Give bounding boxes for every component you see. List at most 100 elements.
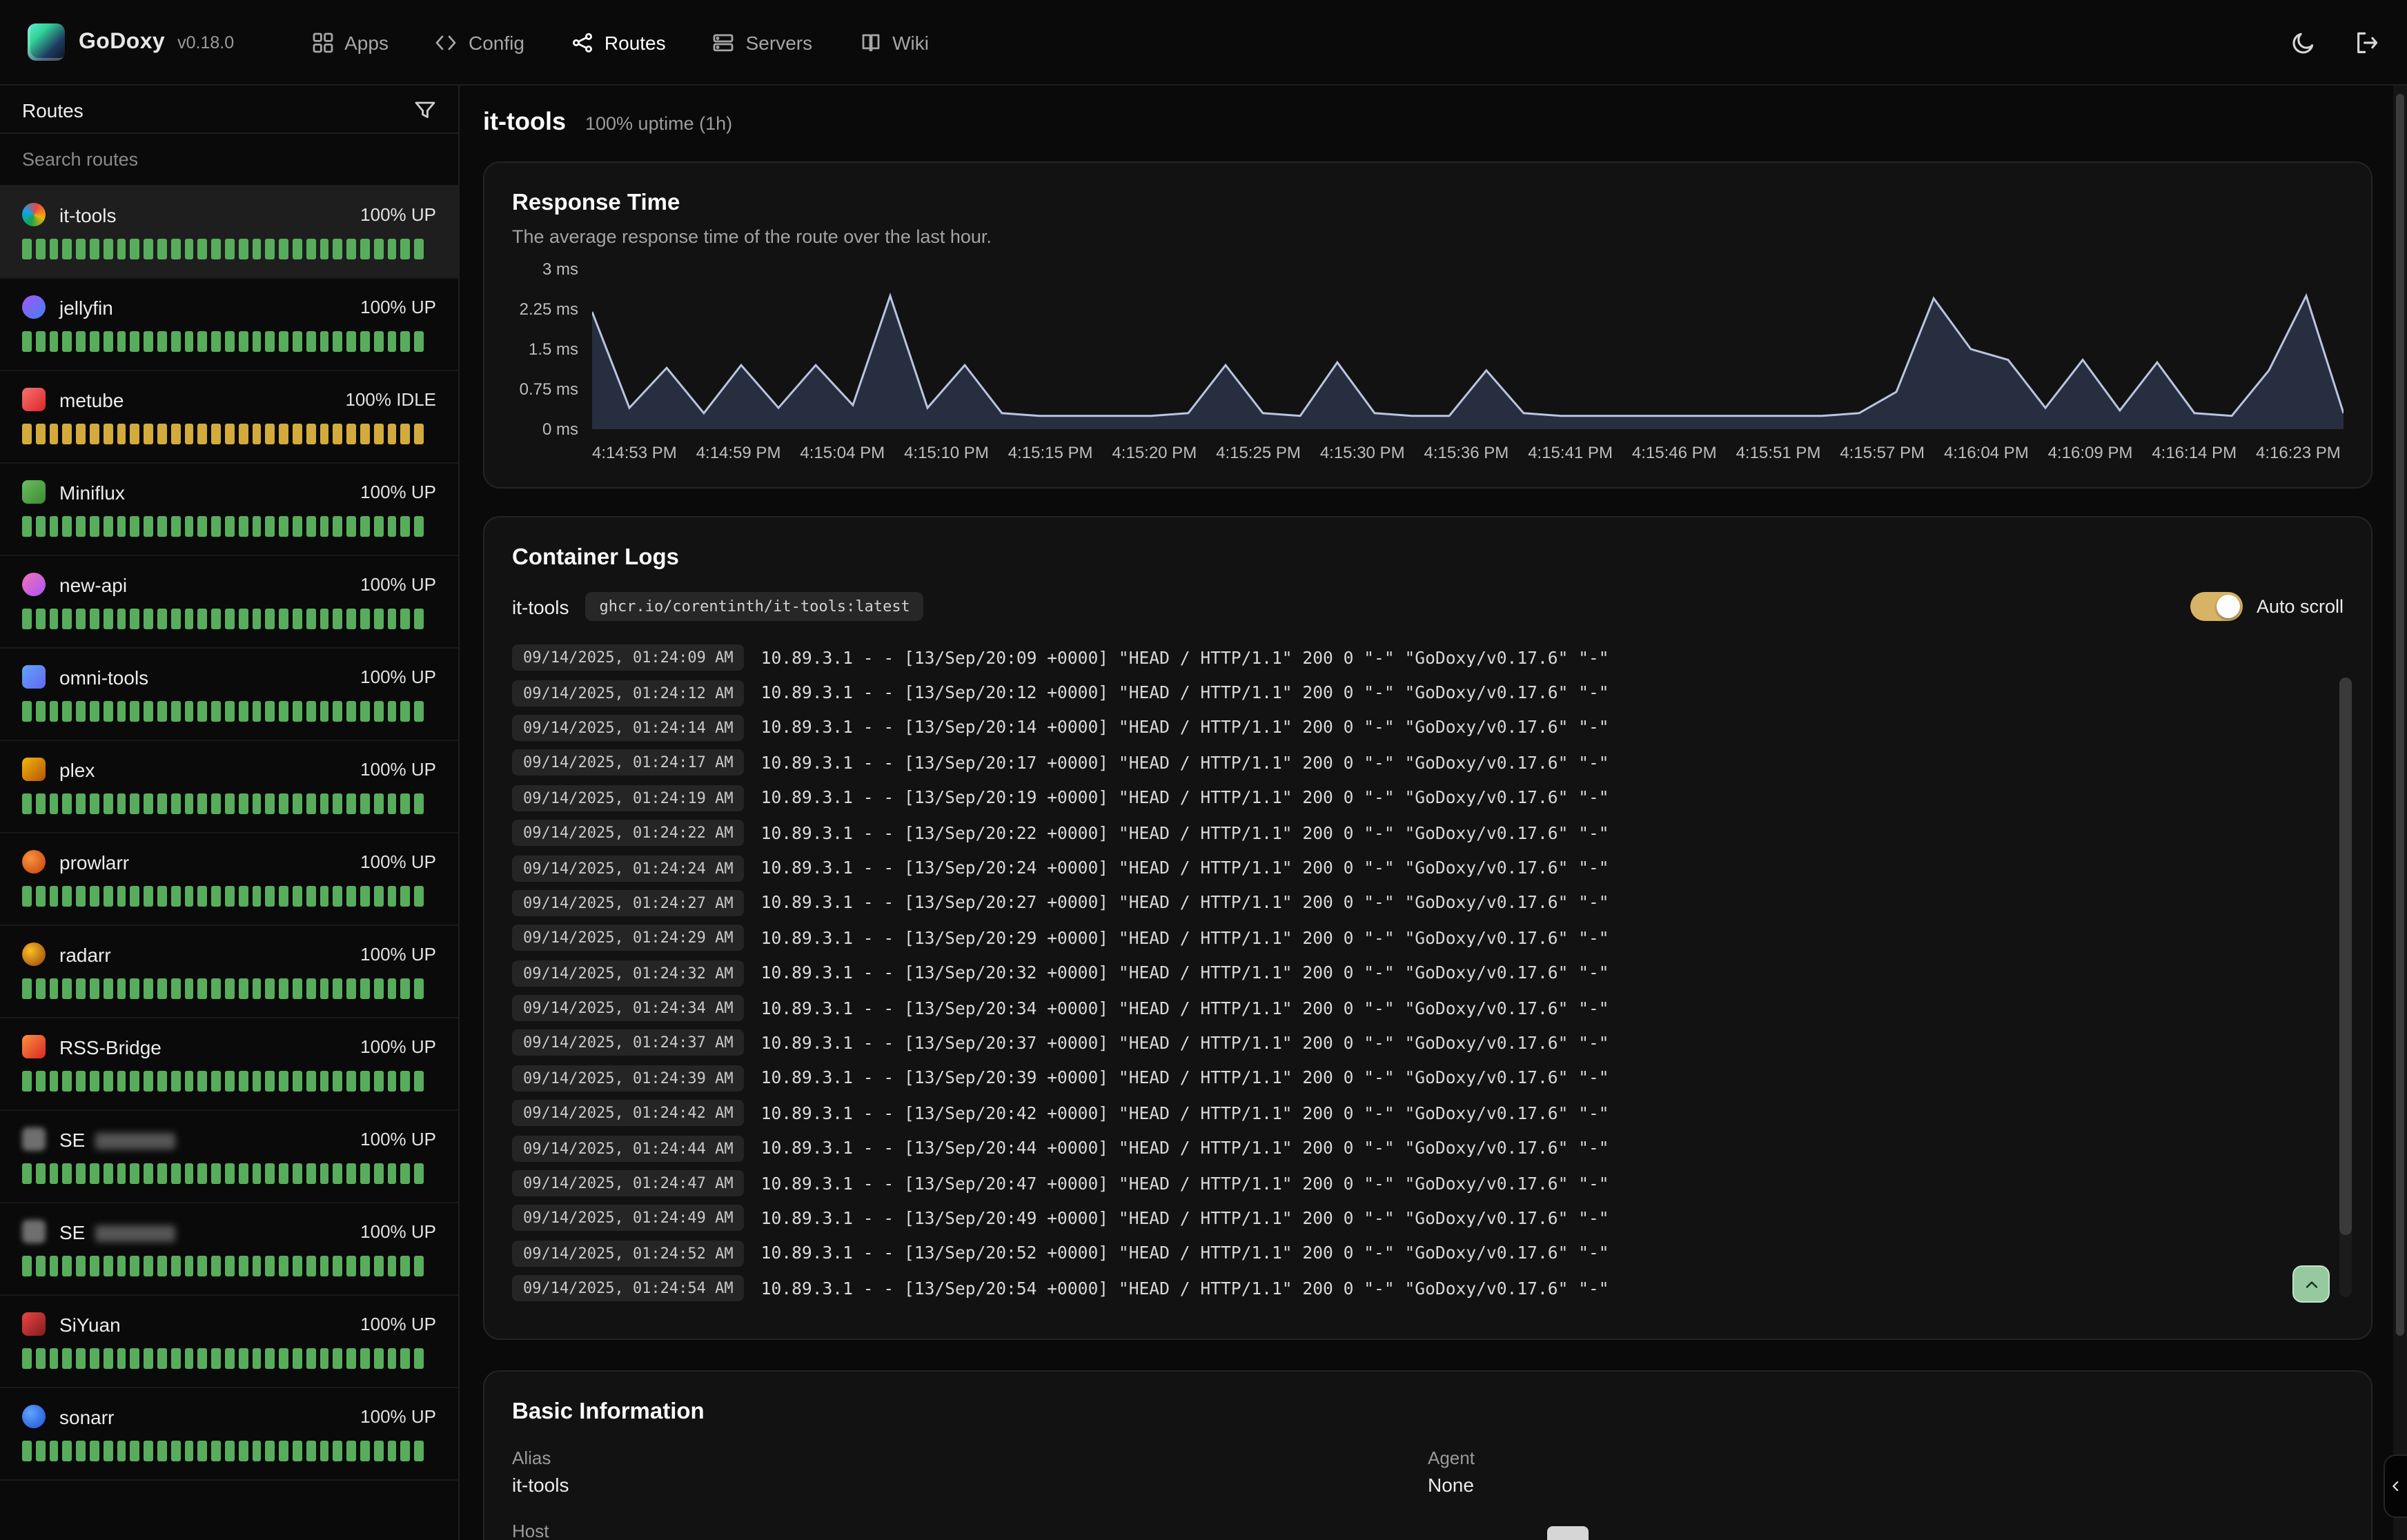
uptime-bar: [387, 239, 397, 259]
uptime-bar: [401, 1348, 411, 1369]
uptime-bar: [157, 978, 167, 999]
log-timestamp: 09/14/2025, 01:24:27 AM: [512, 890, 745, 916]
uptime-bar: [333, 516, 343, 537]
info-field-host: Host: [512, 1521, 1428, 1540]
route-list-item[interactable]: Miniflux 100% UP: [0, 464, 458, 556]
uptime-bar: [184, 239, 194, 259]
uptime-bar: [130, 701, 140, 722]
uptime-bar: [63, 239, 72, 259]
uptime-bar: [320, 1348, 329, 1369]
log-message: 10.89.3.1 - - [13/Sep/20:42 +0000] "HEAD…: [761, 1104, 1609, 1123]
logs-scrollbar-thumb[interactable]: [2339, 678, 2352, 1236]
uptime-bar: [157, 239, 167, 259]
page-scrollbar[interactable]: [2393, 86, 2407, 1540]
nav-item-wiki[interactable]: Wiki: [859, 31, 929, 53]
uptime-bar: [306, 1071, 315, 1092]
uptime-bar: [49, 1441, 59, 1461]
uptime-bar: [184, 701, 194, 722]
uptime-bar: [211, 1256, 221, 1276]
nav-item-config[interactable]: Config: [435, 31, 524, 53]
uptime-bar: [171, 516, 181, 537]
route-list-item[interactable]: sonarr 100% UP: [0, 1388, 458, 1481]
log-timestamp: 09/14/2025, 01:24:17 AM: [512, 750, 745, 776]
collapse-panel-tab[interactable]: [2384, 1454, 2407, 1518]
uptime-bar: [171, 1348, 181, 1369]
uptime-bar: [401, 793, 411, 814]
rss-bridge-icon: [22, 1035, 46, 1058]
uptime-bar: [373, 978, 383, 999]
uptime-bar: [63, 1348, 72, 1369]
code-icon: [435, 31, 458, 53]
uptime-bar: [144, 886, 153, 907]
log-list[interactable]: 09/14/2025, 01:24:09 AM 10.89.3.1 - - [1…: [512, 640, 2344, 1306]
log-timestamp: 09/14/2025, 01:24:39 AM: [512, 1065, 745, 1092]
x-tick-label: 4:15:41 PM: [1528, 443, 1613, 462]
uptime-bar: [387, 793, 397, 814]
miniflux-icon: [22, 480, 46, 504]
route-list-item[interactable]: radarr 100% UP: [0, 926, 458, 1018]
uptime-bar: [49, 978, 59, 999]
nav-item-servers[interactable]: Servers: [713, 31, 812, 53]
log-row: 09/14/2025, 01:24:49 AM 10.89.3.1 - - [1…: [512, 1201, 2344, 1236]
route-list-item[interactable]: RSS-Bridge 100% UP: [0, 1018, 458, 1111]
uptime-bar: [104, 609, 113, 629]
log-message: 10.89.3.1 - - [13/Sep/20:52 +0000] "HEAD…: [761, 1244, 1609, 1263]
route-list-item[interactable]: it-tools 100% UP: [0, 186, 458, 279]
uptime-bar: [63, 1441, 72, 1461]
uptime-bar: [117, 331, 126, 352]
route-list-item[interactable]: SE 100% UP: [0, 1203, 458, 1296]
uptime-bar: [293, 1256, 302, 1276]
uptime-bar: [346, 886, 356, 907]
log-message: 10.89.3.1 - - [13/Sep/20:54 +0000] "HEAD…: [761, 1279, 1609, 1298]
uptime-bar: [387, 1163, 397, 1184]
uptime-bar: [76, 978, 86, 999]
auto-scroll-toggle[interactable]: [2190, 592, 2243, 621]
chart-plot-area: [592, 269, 2344, 429]
uptime-bar: [198, 609, 208, 629]
uptime-bar: [144, 701, 153, 722]
redacted-label: [95, 1133, 175, 1149]
servers-icon: [713, 31, 735, 53]
uptime-bar: [130, 331, 140, 352]
uptime-bar: [130, 609, 140, 629]
logout-icon[interactable]: [2355, 30, 2379, 55]
uptime-bar: [293, 1348, 302, 1369]
route-list-item[interactable]: plex 100% UP: [0, 741, 458, 833]
route-uptime-bars: [22, 424, 436, 444]
search-input[interactable]: [0, 134, 458, 185]
route-status: 100% UP: [360, 574, 436, 595]
route-name: Miniflux: [59, 481, 125, 503]
container-logs-title: Container Logs: [512, 545, 2344, 571]
uptime-bar: [104, 1071, 113, 1092]
uptime-bar: [90, 1163, 99, 1184]
uptime-bar: [63, 1071, 72, 1092]
logs-scrollbar[interactable]: [2339, 678, 2352, 1298]
route-list-item[interactable]: SE 100% UP: [0, 1111, 458, 1203]
route-list-item[interactable]: prowlarr 100% UP: [0, 833, 458, 926]
theme-toggle-moon-icon[interactable]: [2291, 30, 2316, 55]
route-list-item[interactable]: omni-tools 100% UP: [0, 649, 458, 741]
route-list-item[interactable]: new-api 100% UP: [0, 556, 458, 649]
uptime-bar: [293, 978, 302, 999]
uptime-bar: [157, 793, 167, 814]
route-list-item[interactable]: SiYuan 100% UP: [0, 1296, 458, 1388]
uptime-bar: [346, 1441, 356, 1461]
content-area: Routes it-tools 100% UP jellyfin 100% UP: [0, 86, 2407, 1540]
log-timestamp: 09/14/2025, 01:24:37 AM: [512, 1030, 745, 1056]
uptime-bar: [144, 516, 153, 537]
nav-item-apps[interactable]: Apps: [311, 31, 389, 53]
route-list-item[interactable]: jellyfin 100% UP: [0, 279, 458, 371]
scroll-to-top-button[interactable]: [2292, 1266, 2330, 1303]
response-time-title: Response Time: [512, 190, 2344, 217]
route-list-item[interactable]: metube 100% IDLE: [0, 371, 458, 464]
uptime-bar: [333, 239, 343, 259]
uptime-bar: [360, 1441, 370, 1461]
uptime-bar: [373, 701, 383, 722]
page-scrollbar-thumb[interactable]: [2396, 94, 2404, 1336]
uptime-bar: [117, 516, 126, 537]
siyuan-icon: [22, 1312, 46, 1336]
log-row: 09/14/2025, 01:24:54 AM 10.89.3.1 - - [1…: [512, 1271, 2344, 1306]
filter-icon[interactable]: [414, 99, 436, 121]
nav-item-routes[interactable]: Routes: [571, 31, 666, 53]
uptime-bar: [360, 1071, 370, 1092]
